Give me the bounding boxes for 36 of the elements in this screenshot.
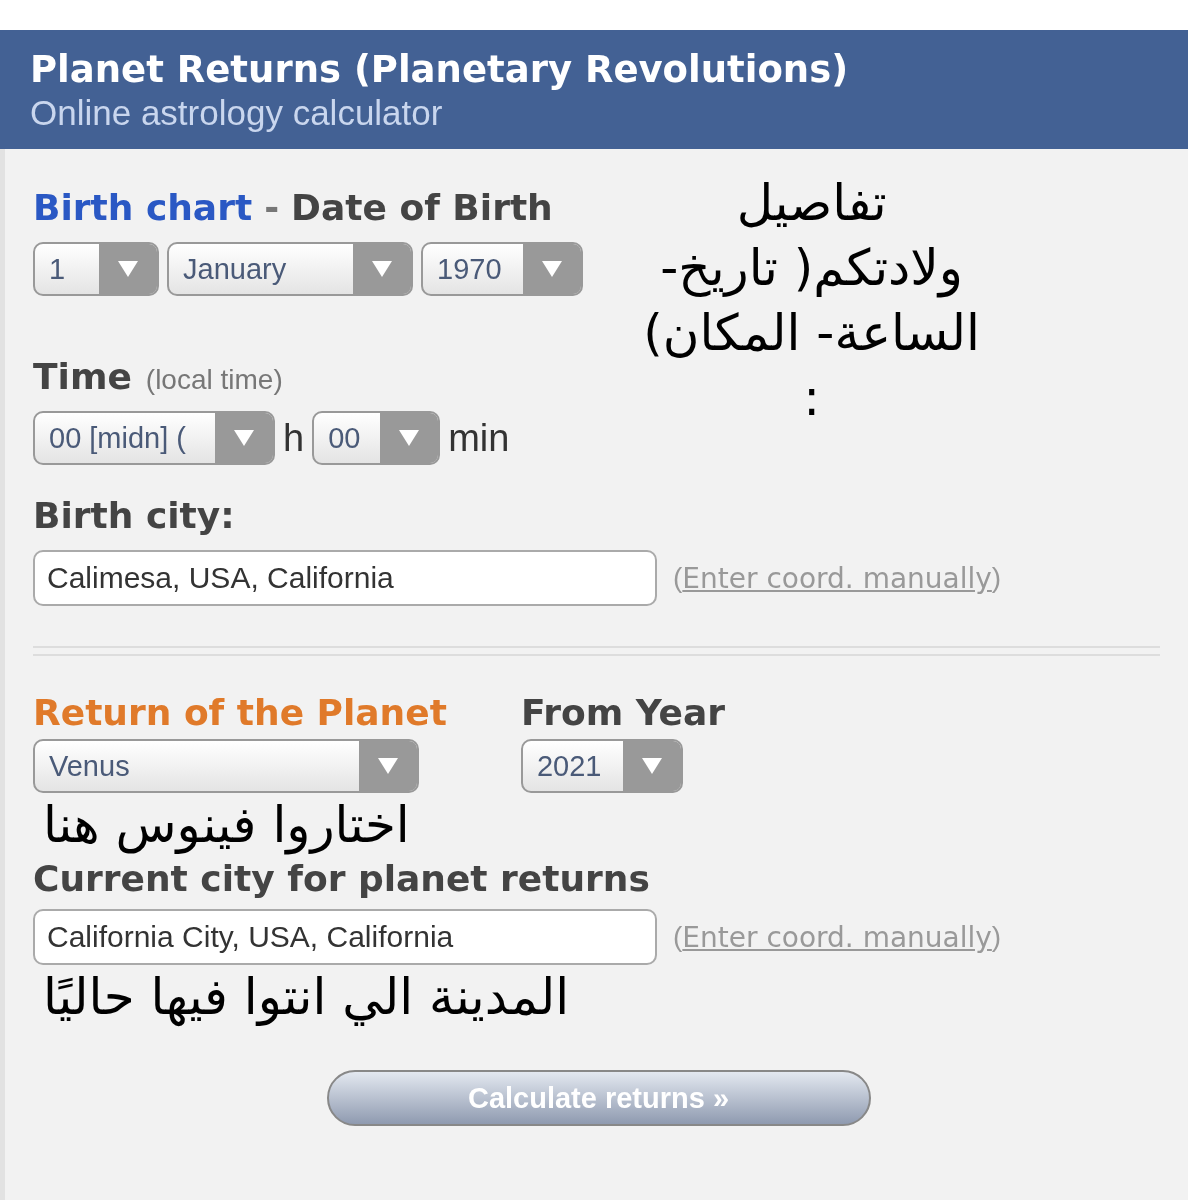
unit-label: min (448, 416, 510, 460)
dropdown[interactable]: 00 (312, 411, 441, 465)
annotation-note: اختاروا فينوس هنا (43, 795, 410, 857)
birth-city-label: Birth city: (33, 495, 235, 536)
caret-icon (622, 741, 681, 791)
page-title: Planet Returns (Planetary Revolutions) (30, 48, 850, 91)
separator: - (264, 187, 280, 228)
dropdown[interactable]: 00 [midn] ( (33, 411, 275, 465)
annotation-note: المدينة الي انتوا فيها حاليًا (43, 967, 570, 1029)
time-hint: (local time) (145, 364, 283, 396)
caret-icon (353, 244, 411, 294)
caret-icon (99, 244, 157, 294)
page-subtitle: Online astrology calculator (30, 93, 444, 133)
current-city-label: Current city for planet returns (33, 858, 651, 899)
dropdown[interactable]: 1 (33, 242, 159, 296)
parenthesis: ) (991, 562, 1002, 593)
caret-icon (380, 413, 439, 463)
dropdown[interactable]: January (167, 242, 413, 296)
unit-label: h (283, 416, 305, 460)
section-title: Date of Birth (291, 187, 553, 228)
caret-icon (215, 413, 273, 463)
parenthesis: ( (673, 921, 683, 953)
parenthesis: ( (673, 562, 683, 594)
dropdown[interactable]: 2021 (520, 739, 683, 793)
year-label: From Year (520, 692, 725, 733)
caret-icon (359, 741, 417, 791)
time-label: Time (33, 356, 132, 397)
birth-city-field[interactable]: Calimesa, USA, California (33, 550, 657, 606)
section-title: Birth chart (33, 187, 253, 228)
current-city-field[interactable]: California City, USA, California (33, 909, 657, 965)
caret-icon (523, 244, 581, 294)
parenthesis: ) (991, 921, 1002, 952)
section-title: Return of the Planet (33, 692, 447, 733)
dropdown[interactable]: 1970 (421, 242, 583, 296)
annotation-note: تفاصيل ولادتكم( تاريخ- الساعة- المكان) : (643, 173, 980, 429)
dropdown[interactable]: Venus (33, 739, 419, 793)
